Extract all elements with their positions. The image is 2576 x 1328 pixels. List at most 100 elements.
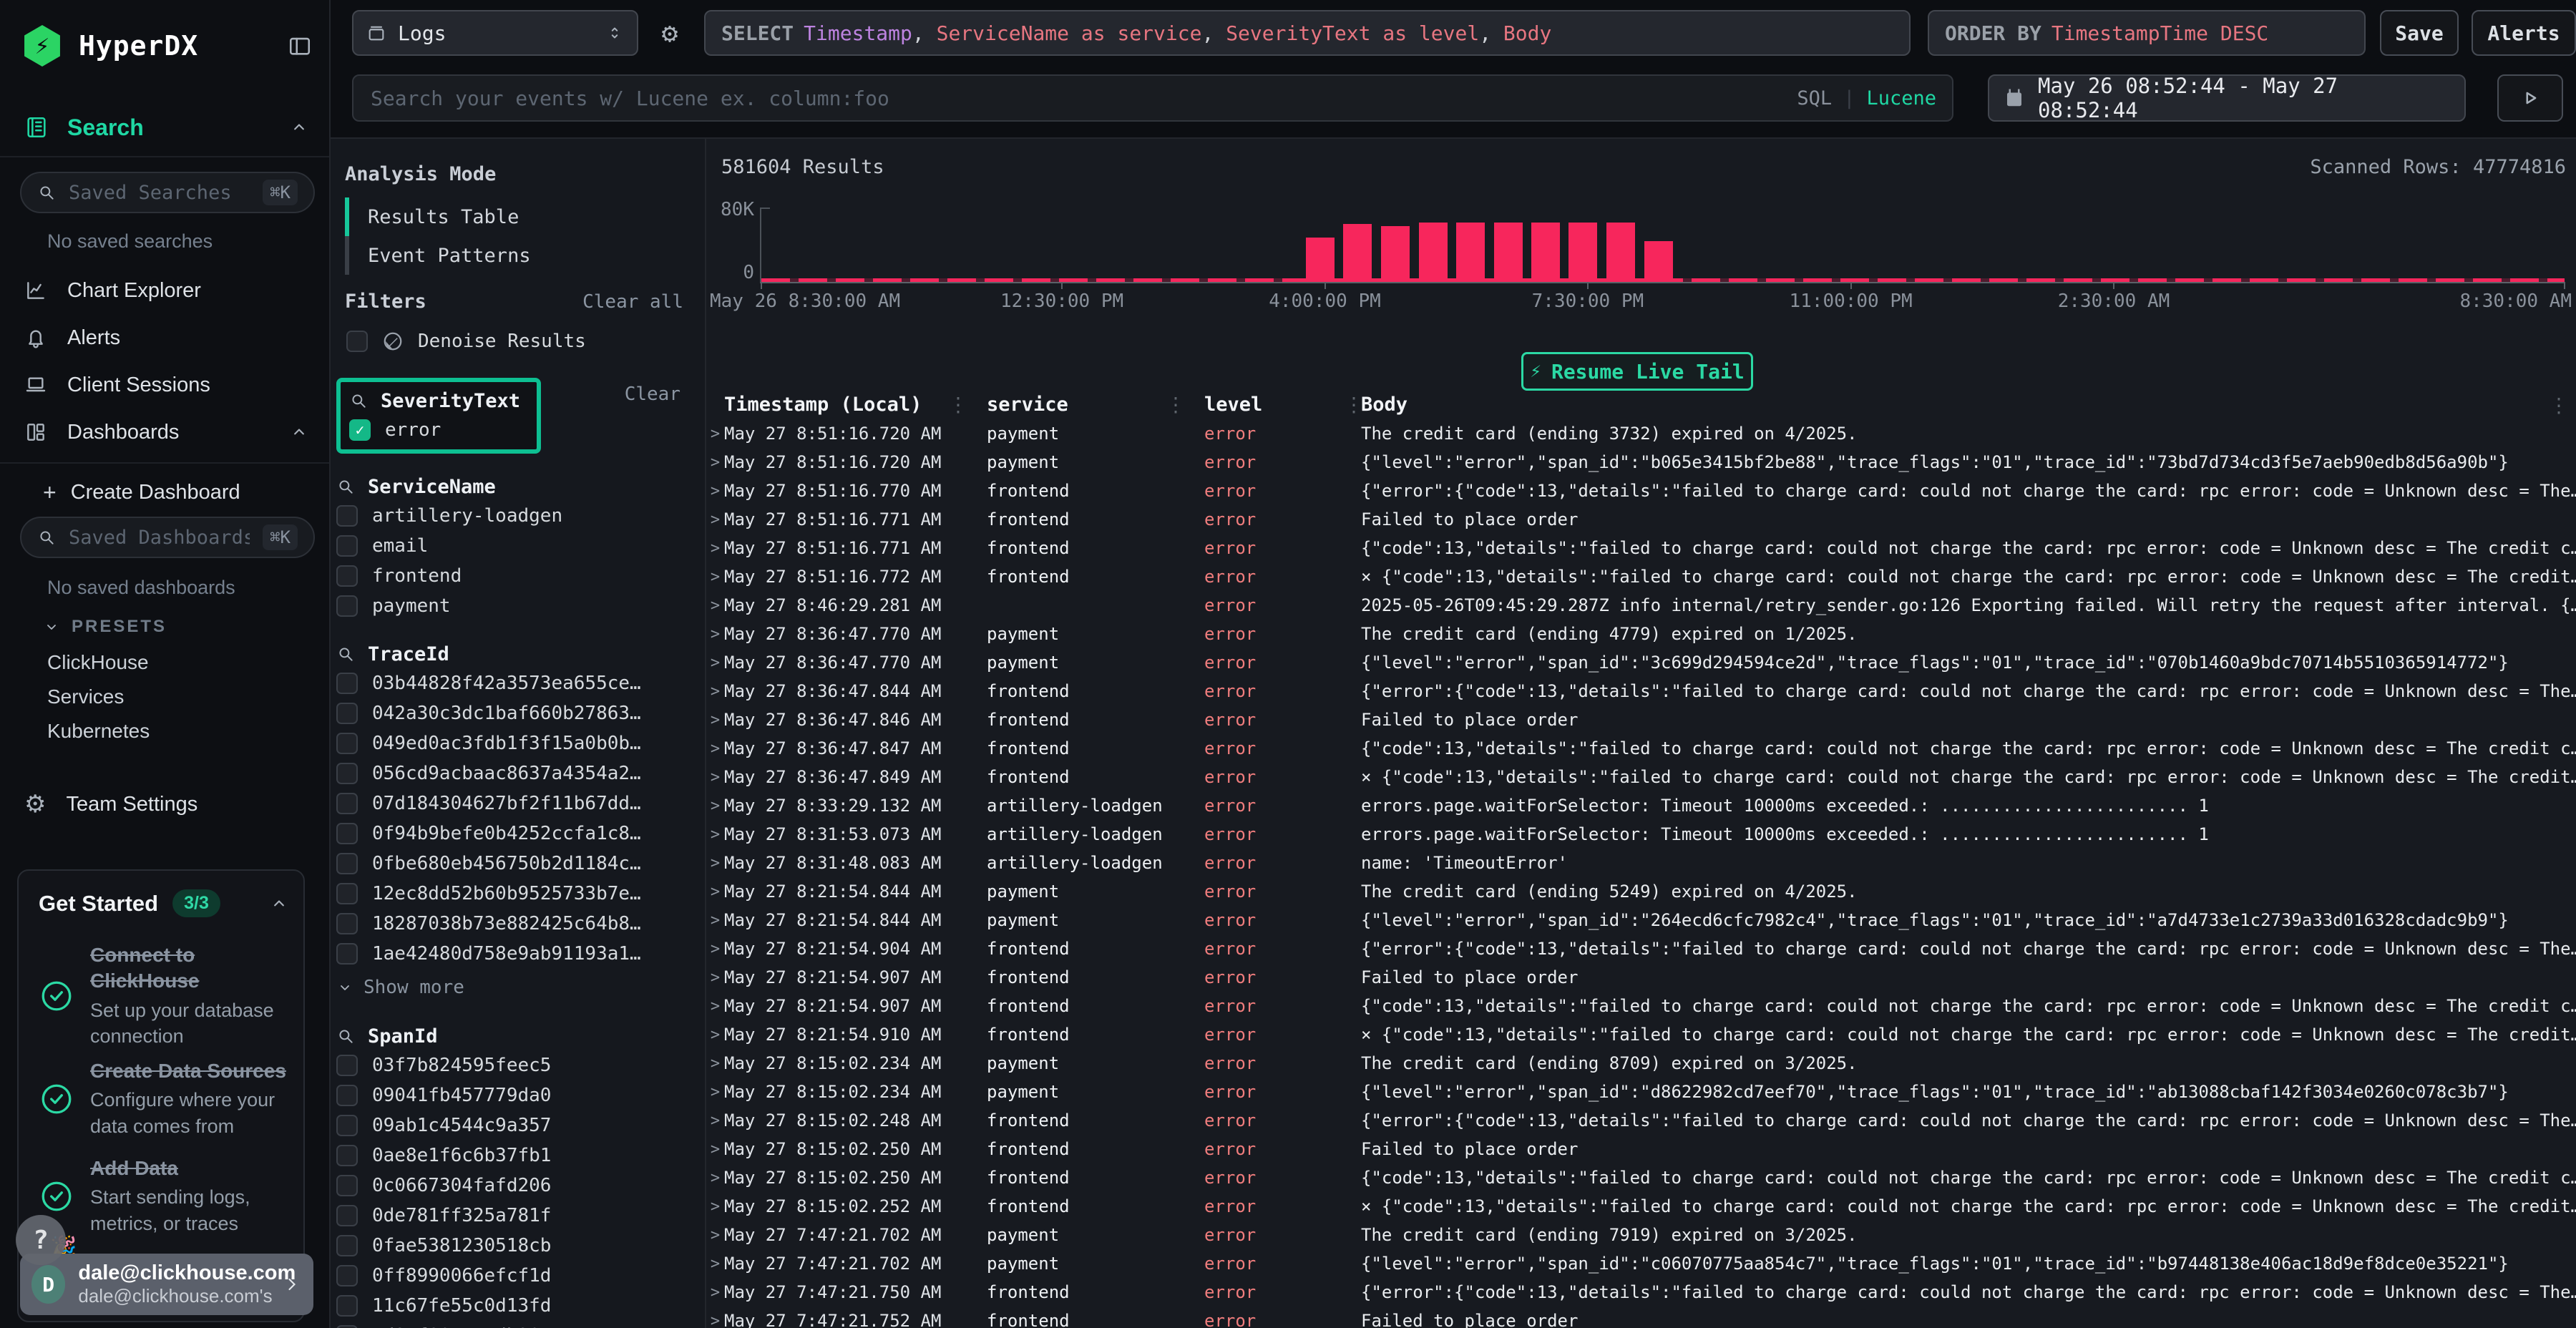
expand-row-chevron[interactable]: >	[706, 711, 724, 729]
filter-value-row[interactable]: 0f94b9befe0b4252ccfa1c8…	[336, 819, 705, 849]
user-menu[interactable]: D dale@clickhouse.com dale@clickhouse.co…	[20, 1254, 313, 1315]
table-row[interactable]: >May 27 8:21:54.844 AMpaymenterrorThe cr…	[706, 877, 2576, 906]
column-level[interactable]: level	[1183, 394, 1344, 416]
language-toggle[interactable]: SQL | Lucene	[1797, 87, 1936, 109]
histogram-bar[interactable]	[1419, 223, 1448, 282]
toggle-sql[interactable]: SQL	[1797, 87, 1832, 109]
expand-row-chevron[interactable]: >	[706, 768, 724, 786]
filter-checkbox[interactable]	[336, 913, 358, 934]
filter-value-row[interactable]: 0fbe680eb456750b2d1184c…	[336, 849, 705, 879]
filter-checkbox[interactable]	[336, 703, 358, 724]
table-row[interactable]: >May 27 8:15:02.252 AMfrontenderror× {"c…	[706, 1192, 2576, 1221]
histogram-bar[interactable]	[1531, 223, 1560, 282]
table-row[interactable]: >May 27 8:15:02.234 AMpaymenterrorThe cr…	[706, 1049, 2576, 1078]
filter-checkbox[interactable]	[336, 733, 358, 754]
denoise-checkbox[interactable]	[346, 331, 368, 352]
preset-kubernetes[interactable]: Kubernetes	[47, 720, 150, 743]
expand-row-chevron[interactable]: >	[706, 568, 724, 586]
filter-checkbox[interactable]: ✓	[349, 419, 371, 441]
filter-checkbox[interactable]	[336, 1235, 358, 1256]
table-row[interactable]: >May 27 8:51:16.720 AMpaymenterrorThe cr…	[706, 419, 2576, 448]
expand-row-chevron[interactable]: >	[706, 1083, 724, 1101]
expand-row-chevron[interactable]: >	[706, 1312, 724, 1328]
table-row[interactable]: >May 27 7:47:21.750 AMfrontenderror{"err…	[706, 1278, 2576, 1307]
order-by-input[interactable]: ORDER BY TimestampTime DESC	[1928, 10, 2366, 56]
saved-dashboards-input[interactable]	[67, 526, 251, 550]
table-row[interactable]: >May 27 8:15:02.248 AMfrontenderror{"err…	[706, 1106, 2576, 1135]
table-row[interactable]: >May 27 8:21:54.910 AMfrontenderror× {"c…	[706, 1020, 2576, 1049]
preset-clickhouse[interactable]: ClickHouse	[47, 651, 149, 674]
saved-searches-box[interactable]: ⌘K	[20, 172, 315, 213]
expand-row-chevron[interactable]: >	[706, 797, 724, 815]
expand-row-chevron[interactable]: >	[706, 540, 724, 557]
analysis-mode-event-patterns[interactable]: Event Patterns	[345, 236, 691, 275]
table-row[interactable]: >May 27 8:36:47.844 AMfrontenderror{"err…	[706, 677, 2576, 706]
show-more-button[interactable]: Show more	[336, 972, 705, 1003]
column-timestamp[interactable]: Timestamp (Local)	[724, 394, 948, 416]
source-select[interactable]: Logs	[352, 10, 638, 56]
sidebar-item-dashboards[interactable]: Dashboards	[24, 416, 309, 448]
collapse-sidebar-icon[interactable]	[288, 34, 312, 58]
expand-row-chevron[interactable]: >	[706, 1169, 724, 1187]
filter-value-row[interactable]: 042a30c3dc1baf660b27863…	[336, 698, 705, 728]
filter-checkbox[interactable]	[336, 793, 358, 814]
table-row[interactable]: >May 27 8:51:16.720 AMpaymenterror{"leve…	[706, 448, 2576, 477]
histogram-bar[interactable]	[1343, 224, 1372, 282]
table-row[interactable]: >May 27 7:47:21.702 AMpaymenterrorThe cr…	[706, 1221, 2576, 1249]
column-resize-handle[interactable]: ⋮	[1166, 393, 1183, 416]
table-row[interactable]: >May 27 8:15:02.234 AMpaymenterror{"leve…	[706, 1078, 2576, 1106]
filter-checkbox[interactable]	[336, 883, 358, 904]
sidebar-item-chart-explorer[interactable]: Chart Explorer	[24, 275, 309, 306]
get-started-step-sources[interactable]: Create Data Sources Configure where your…	[39, 1058, 289, 1139]
filter-value-row[interactable]: email	[336, 531, 705, 561]
filter-checkbox[interactable]	[336, 1145, 358, 1166]
expand-row-chevron[interactable]: >	[706, 1112, 724, 1130]
saved-searches-input[interactable]	[67, 181, 251, 205]
table-row[interactable]: >May 27 8:33:29.132 AMartillery-loadgene…	[706, 791, 2576, 820]
column-resize-handle[interactable]: ⋮	[948, 393, 965, 416]
toggle-lucene[interactable]: Lucene	[1866, 87, 1936, 109]
filter-checkbox[interactable]	[336, 1175, 358, 1196]
results-histogram[interactable]: May 26 8:30:00 AM12:30:00 PM4:00:00 PM7:…	[760, 208, 2565, 283]
filter-checkbox[interactable]	[336, 673, 358, 694]
table-row[interactable]: >May 27 8:51:16.772 AMfrontenderror× {"c…	[706, 562, 2576, 591]
create-dashboard-button[interactable]: + Create Dashboard	[43, 477, 309, 508]
time-range-picker[interactable]: May 26 08:52:44 - May 27 08:52:44	[1988, 74, 2466, 122]
expand-row-chevron[interactable]: >	[706, 1255, 724, 1273]
help-button[interactable]: ?	[16, 1215, 66, 1265]
expand-row-chevron[interactable]: >	[706, 1226, 724, 1244]
table-row[interactable]: >May 27 8:36:47.849 AMfrontenderror× {"c…	[706, 763, 2576, 791]
chevron-up-icon[interactable]	[269, 894, 289, 914]
presets-toggle[interactable]: PRESETS	[43, 617, 167, 637]
filter-value-row[interactable]: 049ed0ac3fdb1f3f15a0b0b…	[336, 728, 705, 758]
get-started-step-add-data[interactable]: Add Data Start sending logs, metrics, or…	[39, 1156, 289, 1236]
sidebar-item-client-sessions[interactable]: Client Sessions	[24, 369, 309, 401]
table-row[interactable]: >May 27 8:36:47.770 AMpaymenterror{"leve…	[706, 648, 2576, 677]
table-row[interactable]: >May 27 8:51:16.771 AMfrontenderror{"cod…	[706, 534, 2576, 562]
table-row[interactable]: >May 27 8:15:02.250 AMfrontenderror{"cod…	[706, 1163, 2576, 1192]
saved-dashboards-box[interactable]: ⌘K	[20, 517, 315, 558]
expand-row-chevron[interactable]: >	[706, 740, 724, 758]
filter-value-row[interactable]: 18287038b73e882425c64b8…	[336, 909, 705, 939]
filter-checkbox[interactable]	[336, 853, 358, 874]
run-query-button[interactable]	[2497, 74, 2563, 122]
filter-checkbox[interactable]	[336, 1205, 358, 1226]
expand-row-chevron[interactable]: >	[706, 1284, 724, 1302]
filter-value-row[interactable]: 056cd9acbaac8637a4354a2…	[336, 758, 705, 788]
histogram-bar[interactable]	[1306, 238, 1335, 282]
filter-checkbox[interactable]	[336, 565, 358, 587]
filter-clear-button[interactable]: Clear	[625, 384, 680, 405]
filter-value-row[interactable]: frontend	[336, 561, 705, 591]
clear-all-button[interactable]: Clear all	[582, 291, 683, 313]
filter-checkbox[interactable]	[336, 823, 358, 844]
filter-checkbox[interactable]	[336, 595, 358, 617]
table-row[interactable]: >May 27 8:36:47.846 AMfrontenderrorFaile…	[706, 706, 2576, 734]
filter-value-row[interactable]: 03f7b824595feec5	[336, 1050, 705, 1080]
histogram-bar[interactable]	[1568, 223, 1597, 282]
resume-live-tail-button[interactable]: ⚡ Resume Live Tail	[1521, 352, 1753, 391]
filter-value-row[interactable]: 03b44828f42a3573ea655ce…	[336, 668, 705, 698]
table-row[interactable]: >May 27 8:36:47.770 AMpaymenterrorThe cr…	[706, 620, 2576, 648]
filter-value-row[interactable]: 1d94f08c5acdb28e	[336, 1321, 705, 1328]
filter-checkbox[interactable]	[336, 1295, 358, 1317]
expand-row-chevron[interactable]: >	[706, 654, 724, 672]
